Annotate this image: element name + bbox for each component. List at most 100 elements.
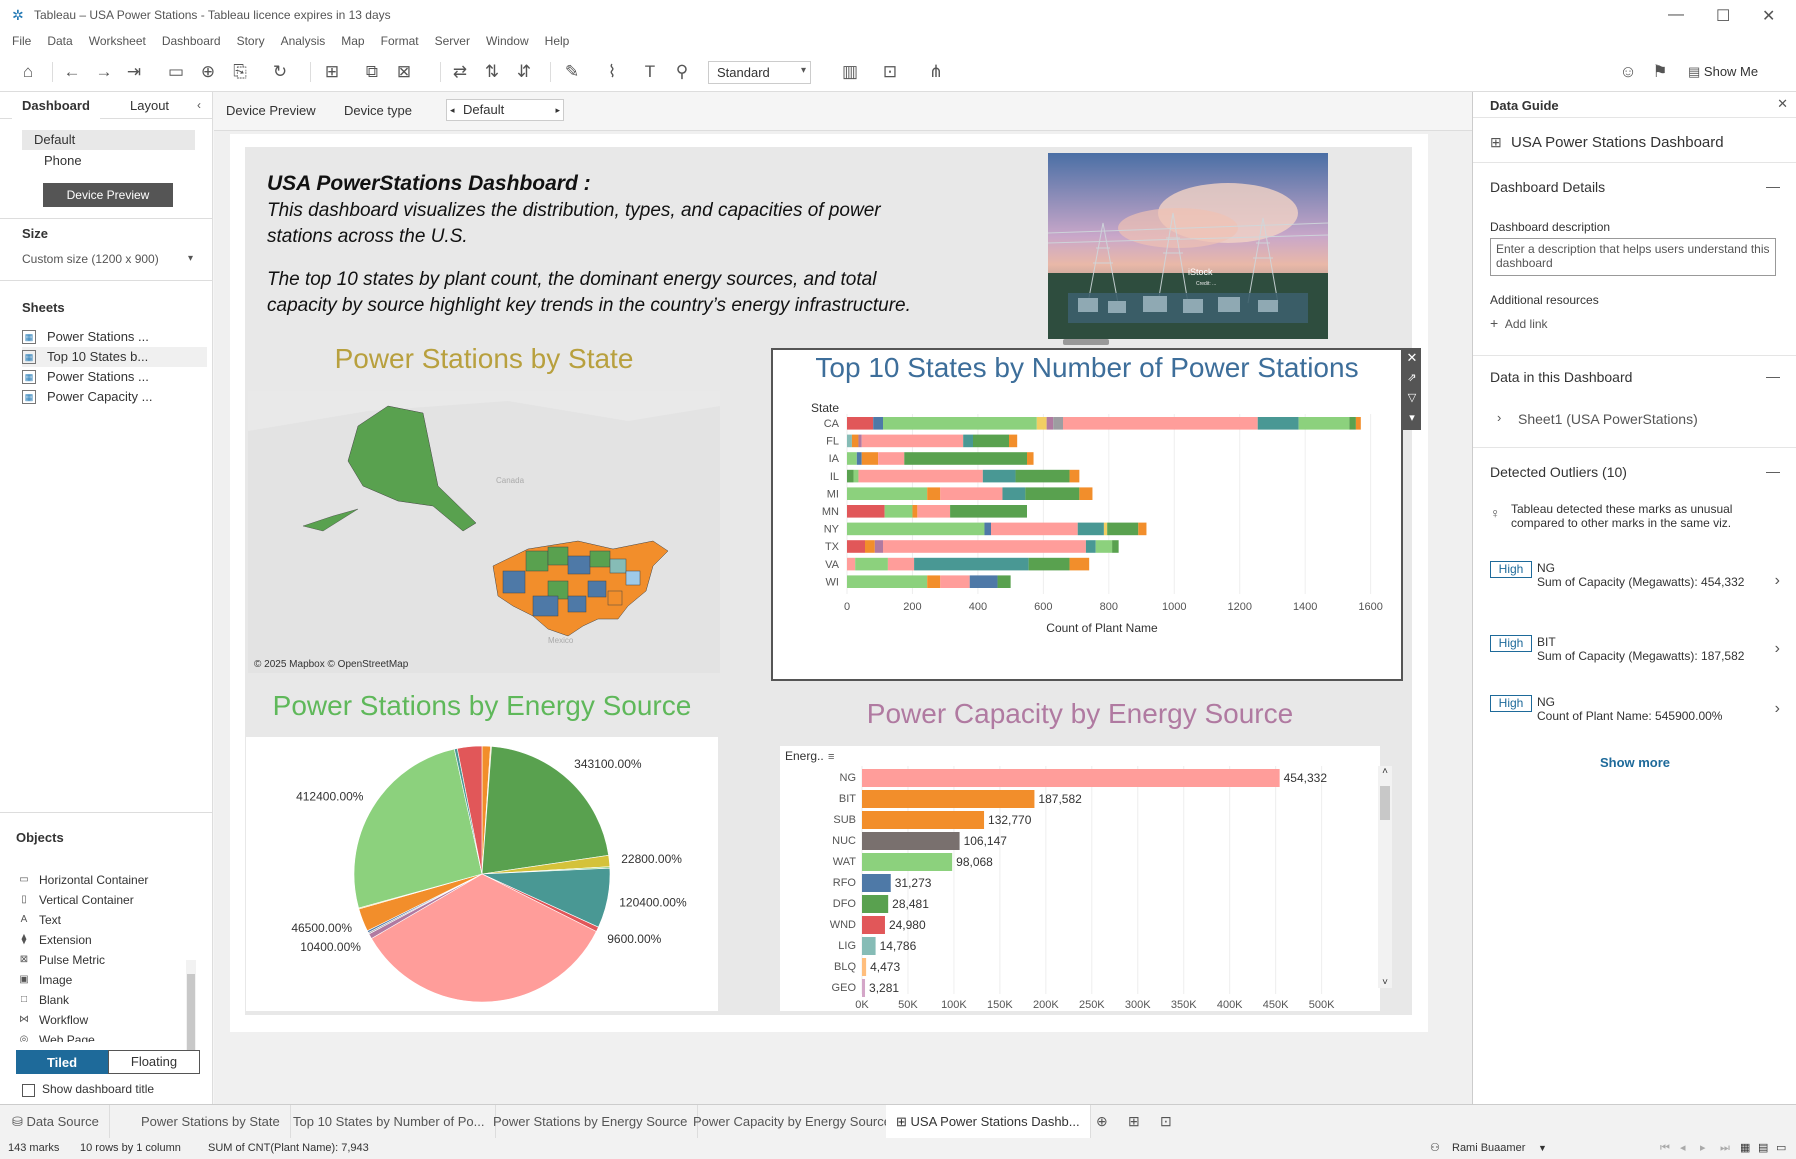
device-preview-button[interactable]: Device Preview: [43, 183, 173, 207]
bar-segment[interactable]: [851, 434, 859, 448]
size-select[interactable]: Custom size (1200 x 900) ▾: [22, 249, 197, 269]
refresh-icon[interactable]: ↻: [270, 62, 290, 82]
more-options-icon[interactable]: ▾: [1403, 408, 1421, 428]
duplicate-sheet-icon[interactable]: ⧉: [362, 62, 382, 82]
bar[interactable]: [862, 811, 985, 829]
chevron-right-icon[interactable]: ›: [1775, 640, 1780, 658]
bar-segment[interactable]: [1095, 540, 1113, 553]
sheet-item[interactable]: ▦ Power Stations ...: [22, 367, 207, 387]
arrow-right-icon[interactable]: ▸: [555, 100, 560, 120]
tab-sheet[interactable]: Power Stations by State: [131, 1105, 291, 1139]
collapse-icon[interactable]: —: [1766, 463, 1780, 479]
bar-segment[interactable]: [847, 505, 885, 518]
share-icon[interactable]: ⋔: [926, 62, 946, 82]
bar-segment[interactable]: [982, 469, 1016, 483]
bar-segment[interactable]: [1085, 540, 1096, 553]
object-image[interactable]: ▣ Image: [18, 970, 188, 990]
bar-segment[interactable]: [865, 540, 875, 553]
device-phone[interactable]: Phone: [22, 151, 195, 171]
highlight-icon[interactable]: ✎: [562, 62, 582, 82]
bar-segment[interactable]: [874, 540, 883, 553]
bar[interactable]: [862, 937, 876, 955]
tiled-button[interactable]: Tiled: [16, 1050, 108, 1074]
object-pulse-metric[interactable]: ⊠ Pulse Metric: [18, 950, 188, 970]
close-icon[interactable]: ✕: [1762, 6, 1775, 26]
bar-segment[interactable]: [884, 505, 913, 518]
bar-segment[interactable]: [887, 557, 915, 571]
bar-segment[interactable]: [984, 522, 991, 536]
bar-segment[interactable]: [847, 522, 985, 536]
menu-item-map[interactable]: Map: [341, 34, 364, 48]
object-workflow[interactable]: ⋈ Workflow: [18, 1010, 188, 1030]
bar-segment[interactable]: [1349, 417, 1356, 430]
new-story-icon[interactable]: ⊡: [1160, 1113, 1172, 1130]
capacity-scrollbar[interactable]: ˄ ˅: [1378, 766, 1392, 988]
collapse-icon[interactable]: —: [1766, 178, 1780, 194]
tab-layout[interactable]: Layout: [120, 92, 179, 119]
menu-item-story[interactable]: Story: [237, 34, 265, 48]
sheet-item[interactable]: ▦ Power Capacity ...: [22, 387, 207, 407]
tabs-icon[interactable]: ▭: [1776, 1138, 1786, 1159]
tab-data-source[interactable]: ⛁ Data Source: [0, 1105, 110, 1139]
chevron-right-icon[interactable]: ›: [1775, 572, 1780, 590]
menu-item-file[interactable]: File: [12, 34, 31, 48]
bar-segment[interactable]: [991, 522, 1078, 536]
object-text[interactable]: A Text: [18, 910, 188, 930]
bar-segment[interactable]: [847, 469, 854, 483]
object-vertical-container[interactable]: ▯ Vertical Container: [18, 890, 188, 910]
show-me-button[interactable]: ▤ Show Me: [1688, 64, 1758, 80]
bar-segment[interactable]: [847, 557, 856, 571]
bar-segment[interactable]: [1009, 434, 1018, 448]
bar-segment[interactable]: [847, 575, 928, 588]
new-worksheet-icon[interactable]: ⊕: [1096, 1113, 1108, 1130]
arrow-left-icon[interactable]: ◂: [450, 100, 455, 120]
object-blank[interactable]: □ Blank: [18, 990, 188, 1010]
filmstrip-icon[interactable]: ▤: [1758, 1138, 1768, 1159]
bar-segment[interactable]: [1036, 417, 1047, 430]
swap-icon[interactable]: ⇄: [450, 62, 470, 82]
go-to-sheet-icon[interactable]: ⇗: [1403, 368, 1421, 388]
sheet-item[interactable]: ▦ Power Stations ...: [22, 327, 207, 347]
bar-segment[interactable]: [927, 487, 941, 500]
capacity-view[interactable]: Energ.. ≡ 0K 50K 100K 150K 200K 250K 300K 350K 400…: [780, 746, 1380, 1011]
bar[interactable]: [862, 769, 1280, 787]
format-painter-icon[interactable]: ⚑: [1650, 62, 1670, 82]
bar[interactable]: [862, 853, 953, 871]
description-input[interactable]: Enter a description that helps users und…: [1490, 238, 1776, 276]
collapse-panel-icon[interactable]: ‹: [197, 98, 201, 112]
bar-segment[interactable]: [861, 452, 879, 465]
ask-data-icon[interactable]: ☺: [1618, 62, 1638, 82]
close-icon[interactable]: ✕: [1777, 96, 1788, 112]
bar-segment[interactable]: [950, 505, 1027, 518]
bar-segment[interactable]: [1298, 417, 1350, 430]
bar-segment[interactable]: [861, 434, 964, 448]
save-icon[interactable]: ▭: [166, 62, 186, 82]
tab-sheet[interactable]: Power Stations by Energy Source: [483, 1105, 699, 1139]
minimize-icon[interactable]: —: [1668, 6, 1684, 24]
menu-item-window[interactable]: Window: [486, 34, 529, 48]
chevron-right-icon[interactable]: ›: [1497, 410, 1501, 425]
group-icon[interactable]: ⌇: [602, 62, 622, 82]
chevron-down-icon[interactable]: ▼: [1538, 1138, 1547, 1159]
pie-view[interactable]: 17000.00%343100.00%22800.00%120400.00%96…: [246, 717, 718, 1031]
bar-segment[interactable]: [1069, 557, 1090, 571]
bar-segment[interactable]: [997, 575, 1011, 588]
next-sheet-icon[interactable]: ▸: [1700, 1138, 1706, 1159]
user-name[interactable]: Rami Buaamer: [1452, 1138, 1525, 1159]
device-type-select[interactable]: ◂ Default ▸: [446, 99, 564, 121]
pause-updates-icon[interactable]: ⎘: [230, 62, 250, 82]
menu-item-help[interactable]: Help: [545, 34, 570, 48]
add-link-button[interactable]: + Add link: [1490, 315, 1548, 331]
close-icon[interactable]: ✕: [1403, 348, 1421, 368]
filter-icon[interactable]: ▽: [1403, 388, 1421, 408]
show-title-checkbox[interactable]: [22, 1084, 35, 1097]
bar-segment[interactable]: [847, 434, 852, 448]
bar[interactable]: [862, 916, 885, 934]
floating-button[interactable]: Floating: [108, 1050, 200, 1074]
outlier-item[interactable]: NG Count of Plant Name: 545900.00%: [1537, 695, 1762, 723]
bar-segment[interactable]: [914, 557, 1029, 571]
bar[interactable]: [862, 958, 867, 976]
bar-segment[interactable]: [1257, 417, 1299, 430]
bar-segment[interactable]: [1027, 452, 1034, 465]
menu-item-data[interactable]: Data: [47, 34, 72, 48]
